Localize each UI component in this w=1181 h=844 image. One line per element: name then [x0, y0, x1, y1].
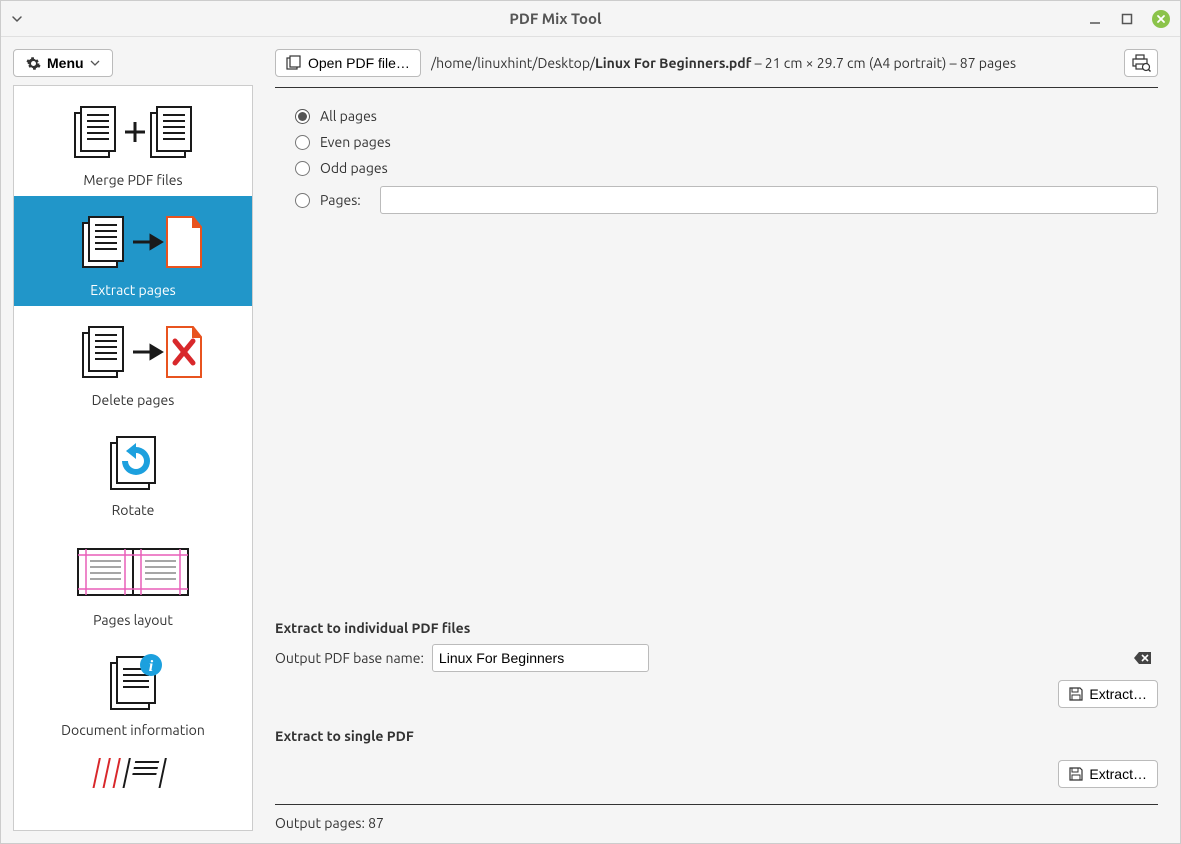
radio-all-row[interactable]: All pages [295, 108, 1158, 124]
delete-icon [63, 318, 203, 386]
extract-icon [63, 208, 203, 276]
save-icon [1069, 767, 1083, 781]
printer-search-icon [1131, 54, 1151, 72]
radio-odd-row[interactable]: Odd pages [295, 160, 1158, 176]
footer: Output pages: 87 [275, 804, 1158, 831]
path-prefix: /home/linuxhint/Desktop/ [431, 55, 595, 71]
radio-even-row[interactable]: Even pages [295, 134, 1158, 150]
tool-rotate[interactable]: Rotate [14, 416, 252, 526]
file-path: /home/linuxhint/Desktop/Linux For Beginn… [431, 55, 1114, 71]
tool-delete[interactable]: Delete pages [14, 306, 252, 416]
tool-merge[interactable]: Merge PDF files [14, 86, 252, 196]
window-title: PDF Mix Tool [23, 10, 1088, 27]
output-pages-label: Output pages: 87 [275, 815, 384, 831]
extract-individual-heading: Extract to individual PDF files [275, 620, 1158, 636]
page-selection: All pages Even pages Odd pages Pages: [275, 108, 1158, 214]
radio-pages-row[interactable]: Pages: [295, 186, 1158, 214]
extract-individual-label: Extract… [1089, 686, 1147, 702]
minimize-icon[interactable] [1088, 12, 1102, 26]
tool-partial[interactable] [14, 746, 252, 794]
tool-docinfo[interactable]: i Document information [14, 636, 252, 746]
path-filename: Linux For Beginners.pdf [595, 55, 751, 71]
save-icon [1069, 687, 1083, 701]
radio-even[interactable] [295, 135, 310, 150]
docinfo-icon: i [93, 648, 173, 716]
open-pdf-button[interactable]: Open PDF file… [275, 49, 421, 77]
booklet-icon [78, 758, 188, 788]
rotate-icon [93, 428, 173, 496]
tool-merge-label: Merge PDF files [83, 172, 182, 188]
merge-icon [63, 98, 203, 166]
radio-all[interactable] [295, 109, 310, 124]
svg-text:i: i [149, 658, 154, 675]
extract-single-label: Extract… [1089, 766, 1147, 782]
topbar: Open PDF file… /home/linuxhint/Desktop/L… [275, 49, 1158, 88]
app-window: PDF Mix Tool Menu [0, 0, 1181, 844]
maximize-icon[interactable] [1120, 12, 1134, 26]
tool-extract[interactable]: Extract pages [14, 196, 252, 306]
close-icon[interactable] [1152, 10, 1170, 28]
open-file-icon [286, 55, 302, 71]
tool-rotate-label: Rotate [112, 502, 155, 518]
menu-button[interactable]: Menu [13, 49, 113, 77]
radio-even-label: Even pages [320, 134, 391, 150]
tool-list[interactable]: Merge PDF files [13, 85, 253, 831]
clear-input-icon[interactable] [1134, 651, 1152, 665]
tool-extract-label: Extract pages [90, 282, 176, 298]
layout-icon [68, 538, 198, 606]
titlebar: PDF Mix Tool [1, 1, 1180, 37]
body: Menu [1, 37, 1180, 843]
tool-docinfo-label: Document information [61, 722, 205, 738]
output-basename-row: Output PDF base name: [275, 644, 1158, 672]
radio-all-label: All pages [320, 108, 377, 124]
left-column: Menu [13, 49, 253, 831]
open-pdf-label: Open PDF file… [308, 55, 410, 71]
main-panel: Open PDF file… /home/linuxhint/Desktop/L… [265, 49, 1168, 831]
radio-odd-label: Odd pages [320, 160, 388, 176]
titlebar-arrow-icon[interactable] [11, 13, 23, 25]
extract-single-heading: Extract to single PDF [275, 728, 1158, 744]
radio-odd[interactable] [295, 161, 310, 176]
tool-delete-label: Delete pages [92, 392, 175, 408]
spacer [275, 214, 1158, 600]
output-basename-label: Output PDF base name: [275, 650, 424, 666]
pages-input[interactable] [380, 186, 1158, 214]
tool-layout[interactable]: Pages layout [14, 526, 252, 636]
tool-layout-label: Pages layout [93, 612, 173, 628]
chevron-down-icon [90, 58, 100, 68]
extract-individual-button[interactable]: Extract… [1058, 680, 1158, 708]
print-preview-button[interactable] [1124, 49, 1158, 77]
extract-single-button[interactable]: Extract… [1058, 760, 1158, 788]
menu-label: Menu [47, 55, 84, 71]
radio-pages-label: Pages: [320, 192, 370, 208]
radio-pages[interactable] [295, 193, 310, 208]
path-suffix: – 21 cm × 29.7 cm (A4 portrait) – 87 pag… [751, 55, 1016, 71]
output-basename-input[interactable] [432, 644, 649, 672]
gear-icon [26, 56, 41, 71]
